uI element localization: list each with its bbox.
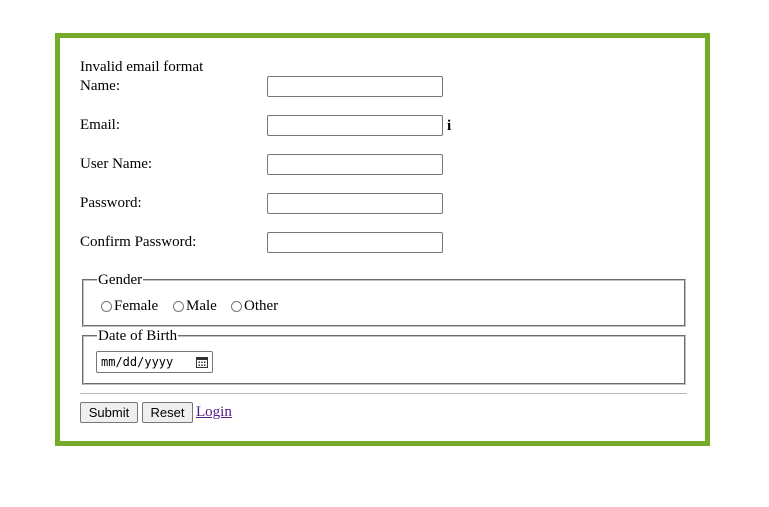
female-label: Female — [114, 298, 159, 314]
username-label: User Name: — [80, 156, 153, 172]
gender-legend: Gender — [97, 272, 144, 289]
submit-button[interactable]: Submit — [80, 402, 138, 423]
password-label: Password: — [80, 195, 142, 211]
male-radio[interactable] — [173, 301, 184, 312]
name-input[interactable] — [267, 76, 443, 97]
confirm-password-label: Confirm Password: — [80, 234, 197, 250]
gender-option-male[interactable]: Male — [173, 298, 217, 315]
email-input[interactable] — [267, 115, 443, 136]
other-radio[interactable] — [231, 301, 242, 312]
registration-form: Invalid email format Name: Email: i User… — [55, 33, 710, 446]
reset-button[interactable]: Reset — [142, 402, 193, 423]
password-input[interactable] — [267, 193, 443, 214]
login-link[interactable]: Login — [196, 404, 232, 421]
dob-legend: Date of Birth — [97, 328, 179, 345]
dob-input[interactable]: mm/dd/yyyy — [96, 351, 213, 373]
other-label: Other — [244, 298, 279, 314]
confirm-password-input[interactable] — [267, 232, 443, 253]
username-input[interactable] — [267, 154, 443, 175]
divider — [80, 393, 687, 394]
gender-option-female[interactable]: Female — [101, 298, 158, 315]
calendar-icon[interactable] — [196, 356, 208, 368]
error-message: Invalid email format — [80, 59, 204, 75]
female-radio[interactable] — [101, 301, 112, 312]
male-label: Male — [186, 298, 217, 314]
name-label: Name: — [80, 78, 120, 94]
info-icon: i — [447, 118, 452, 134]
dob-placeholder: mm/dd/yyyy — [101, 355, 174, 369]
gender-option-other[interactable]: Other — [231, 298, 278, 315]
email-label: Email: — [80, 117, 120, 133]
